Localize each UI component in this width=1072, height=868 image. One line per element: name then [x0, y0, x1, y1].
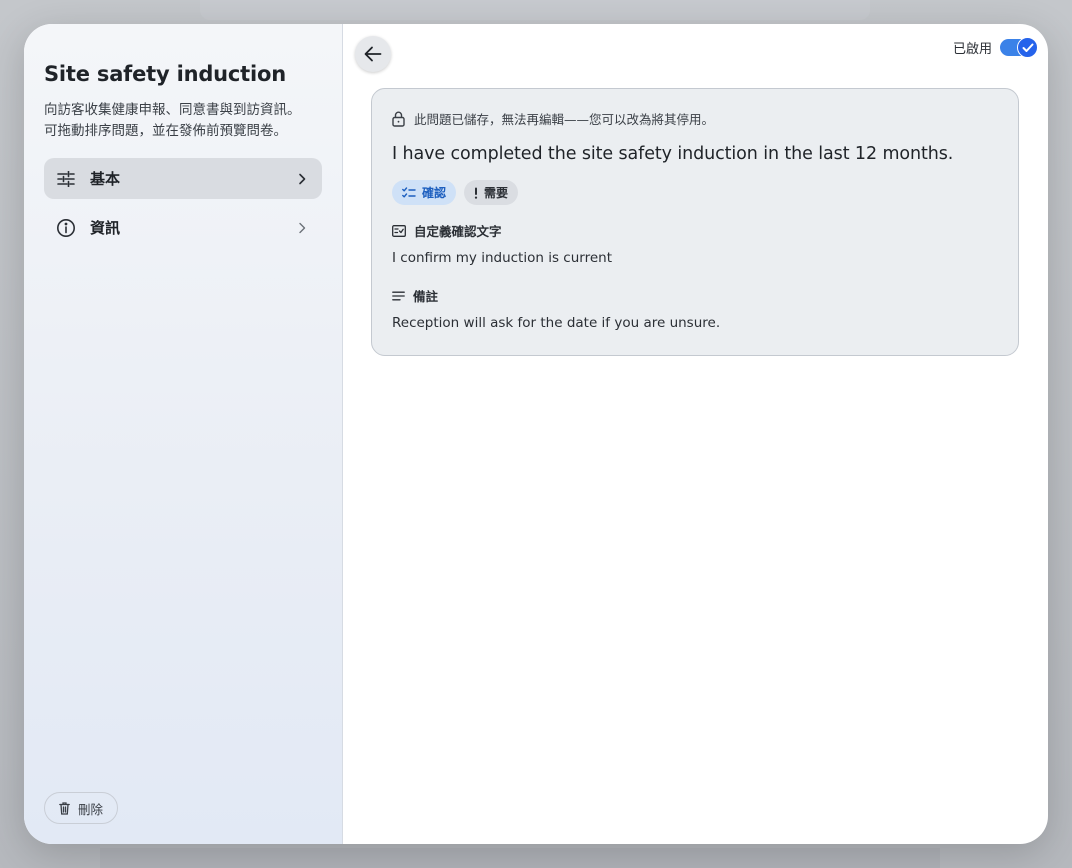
checklist-icon	[402, 187, 416, 198]
enabled-toggle-group: 已啟用	[952, 37, 1038, 58]
lock-notice-text: 此問題已儲存，無法再編輯——您可以改為將其停用。	[414, 112, 715, 127]
chevron-right-icon	[294, 220, 310, 236]
form-description: 向訪客收集健康申報、同意書與到訪資訊。 可拖動排序問題，並在發佈前預覽問卷。	[44, 102, 301, 139]
notes-heading: 備註	[392, 286, 998, 305]
confirm-text-heading: 自定義確認文字	[392, 221, 998, 240]
question-tags: 確認 需要	[392, 180, 998, 205]
question-card: 此問題已儲存，無法再編輯——您可以改為將其停用。 I have complete…	[371, 88, 1019, 356]
notes-icon	[392, 291, 405, 301]
required-chip: 需要	[464, 180, 519, 205]
question-editor-dialog: Site safety induction 向訪客收集健康申報、同意書與到訪資訊…	[24, 24, 1048, 844]
confirm-text-heading-label: 自定義確認文字	[414, 224, 502, 239]
info-icon	[56, 218, 76, 238]
exclamation-icon	[474, 187, 478, 199]
sliders-icon	[56, 169, 76, 189]
sidebar: Site safety induction 向訪客收集健康申報、同意書與到訪資訊…	[24, 24, 343, 844]
confirm-text-value: I confirm my induction is current	[392, 250, 612, 266]
text-checkbox-icon	[392, 224, 406, 237]
chevron-right-icon	[294, 171, 310, 187]
form-title: Site safety induction	[44, 62, 286, 86]
delete-label: 刪除	[78, 802, 104, 817]
delete-button[interactable]: 刪除	[44, 792, 119, 824]
backdrop-header	[200, 0, 870, 20]
sidebar-item-info[interactable]: 資訊	[44, 207, 322, 248]
confirm-type-chip: 確認	[392, 180, 457, 205]
question-text: I have completed the site safety inducti…	[392, 144, 954, 164]
backdrop-footer	[100, 848, 940, 868]
sidebar-item-label: 基本	[90, 170, 121, 188]
notes-heading-label: 備註	[413, 289, 439, 304]
sidebar-item-basic[interactable]: 基本	[44, 158, 322, 199]
confirm-type-label: 確認	[422, 186, 447, 200]
lock-icon	[392, 111, 405, 127]
trash-icon	[59, 801, 70, 815]
lock-notice: 此問題已儲存，無法再編輯——您可以改為將其停用。	[392, 109, 998, 128]
required-label: 需要	[484, 186, 509, 200]
check-icon	[1017, 37, 1038, 58]
arrow-left-icon	[364, 46, 382, 62]
sidebar-item-label: 資訊	[90, 219, 121, 237]
enabled-toggle[interactable]	[1000, 37, 1038, 58]
enabled-label: 已啟用	[952, 42, 992, 57]
back-button[interactable]	[355, 36, 391, 72]
editor-panel: 已啟用 此問題已儲存，無法再編輯——您可以改為將其停用。 I have comp…	[343, 24, 1048, 844]
notes-value: Reception will ask for the date if you a…	[392, 315, 721, 331]
